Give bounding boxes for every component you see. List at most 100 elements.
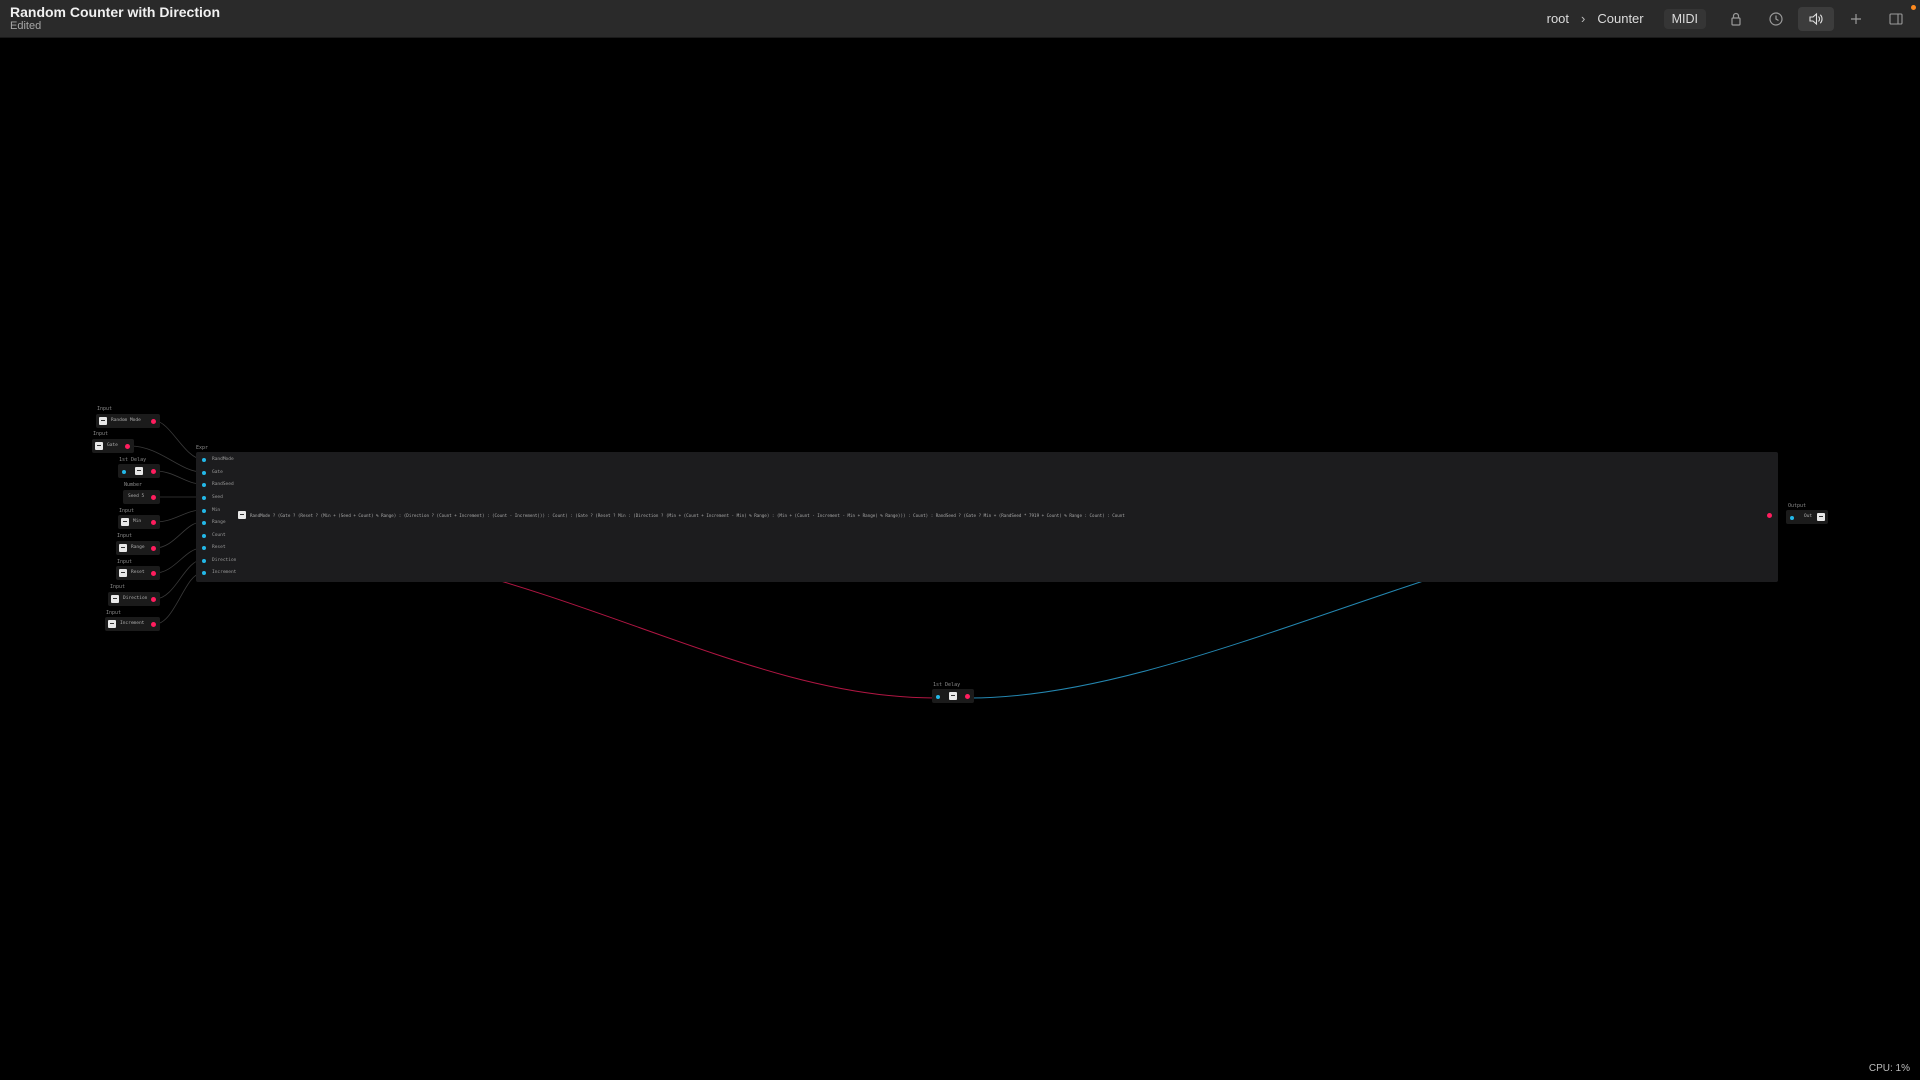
sidebar-toggle-button[interactable] [1878,7,1914,31]
input-port[interactable] [202,458,206,462]
node-label: Input [117,533,133,539]
midi-button[interactable]: MIDI [1663,8,1706,29]
output-port[interactable] [151,469,156,474]
history-icon [1769,11,1783,26]
cpu-usage: CPU: 1% [1868,1063,1910,1074]
input-node-random-mode[interactable]: Random Mode [96,414,160,428]
title-block: Random Counter with Direction Edited [10,4,220,33]
delay-icon [949,692,957,700]
expression-code[interactable]: RandMode ? (Gate ? (Reset ? (Min + (Seed… [250,513,1750,518]
input-port[interactable] [202,534,206,538]
number-node-seed[interactable]: Seed 5 [123,490,160,504]
input-label: Reset [212,545,226,550]
input-label: Gate [212,470,223,475]
output-port[interactable] [125,444,130,449]
input-node-range[interactable]: Range [116,541,160,555]
output-node[interactable]: Out [1786,510,1828,524]
breadcrumb-separator: › [1581,11,1586,26]
output-node-text: Out [1804,514,1813,519]
input-port[interactable] [202,546,206,550]
input-node-first-delay[interactable] [118,464,160,478]
output-port[interactable] [1767,513,1772,518]
input-node-reset[interactable]: Reset [116,566,160,580]
input-node-icon [119,569,127,577]
input-port[interactable] [936,694,940,699]
node-label: Input [97,406,113,412]
input-label: Increment [212,570,237,575]
output-port[interactable] [151,419,156,424]
node-label: Expr [196,445,209,451]
input-node-icon [99,417,107,425]
input-port[interactable] [202,483,206,487]
input-node-text: Random Mode [111,418,141,423]
input-port[interactable] [202,471,206,475]
input-node-text: Min [133,519,142,524]
input-label: Seed [212,495,223,500]
output-port[interactable] [151,520,156,525]
sidebar-icon [1889,12,1903,25]
edit-status: Edited [10,20,42,32]
lock-button[interactable] [1718,7,1754,31]
breadcrumb-counter[interactable]: Counter [1591,11,1649,26]
number-node-text: Seed 5 [128,494,145,499]
node-label: Input [119,508,135,514]
input-port[interactable] [1790,515,1794,520]
input-node-direction[interactable]: Direction [108,592,160,606]
input-port[interactable] [122,469,126,474]
patch-canvas[interactable]: Input Random Mode Input Gate 1st Delay N… [0,38,1920,1080]
notification-dot [1911,5,1916,10]
audio-button[interactable] [1798,6,1834,31]
expression-icon [238,511,246,519]
plus-icon [1851,13,1861,24]
input-node-text: Direction [123,596,148,601]
input-node-increment[interactable]: Increment [105,617,160,631]
output-port[interactable] [151,597,156,602]
output-port[interactable] [151,546,156,551]
input-node-icon [108,620,116,628]
input-node-icon [111,595,119,603]
input-label: Range [212,520,226,525]
lock-icon [1731,12,1741,26]
delay-icon [135,467,143,475]
node-label: 1st Delay [119,457,147,463]
input-node-icon [119,544,127,552]
expression-node[interactable]: RandMode Gate RandSeed Seed Min Range Co… [196,452,1778,582]
speaker-icon [1809,12,1823,25]
input-port[interactable] [202,559,206,563]
add-node-button[interactable] [1838,7,1874,31]
input-label: Min [212,508,221,513]
input-port[interactable] [202,571,206,575]
input-node-gate[interactable]: Gate [92,439,134,453]
title-bar: Random Counter with Direction Edited roo… [0,0,1920,38]
node-label: 1st Delay [933,682,961,688]
input-node-text: Gate [107,443,118,448]
input-node-text: Reset [131,570,145,575]
output-port[interactable] [151,622,156,627]
output-port[interactable] [151,571,156,576]
input-label: RandMode [212,457,234,462]
history-button[interactable] [1758,7,1794,31]
input-node-text: Increment [120,621,145,626]
node-label: Number [124,482,143,488]
output-port[interactable] [151,495,156,500]
node-label: Input [110,584,126,590]
input-node-text: Range [131,545,145,550]
input-port[interactable] [202,509,206,513]
input-node-icon [121,518,129,526]
input-label: Count [212,533,226,538]
expression-code-row[interactable]: RandMode ? (Gate ? (Reset ? (Min + (Seed… [238,511,1758,521]
patch-title: Random Counter with Direction [10,4,220,20]
input-node-min[interactable]: Min [118,515,160,529]
node-label: Input [117,559,133,565]
node-label: Input [106,610,122,616]
input-label: Direction [212,558,237,563]
input-label: RandSeed [212,482,234,487]
toolbar: root › Counter MIDI [1541,0,1920,37]
breadcrumb-root[interactable]: root [1541,11,1575,26]
output-node-icon [1817,513,1825,521]
delay-node[interactable] [932,689,974,703]
input-port[interactable] [202,496,206,500]
input-node-icon [95,442,103,450]
input-port[interactable] [202,521,206,525]
output-port[interactable] [965,694,970,699]
